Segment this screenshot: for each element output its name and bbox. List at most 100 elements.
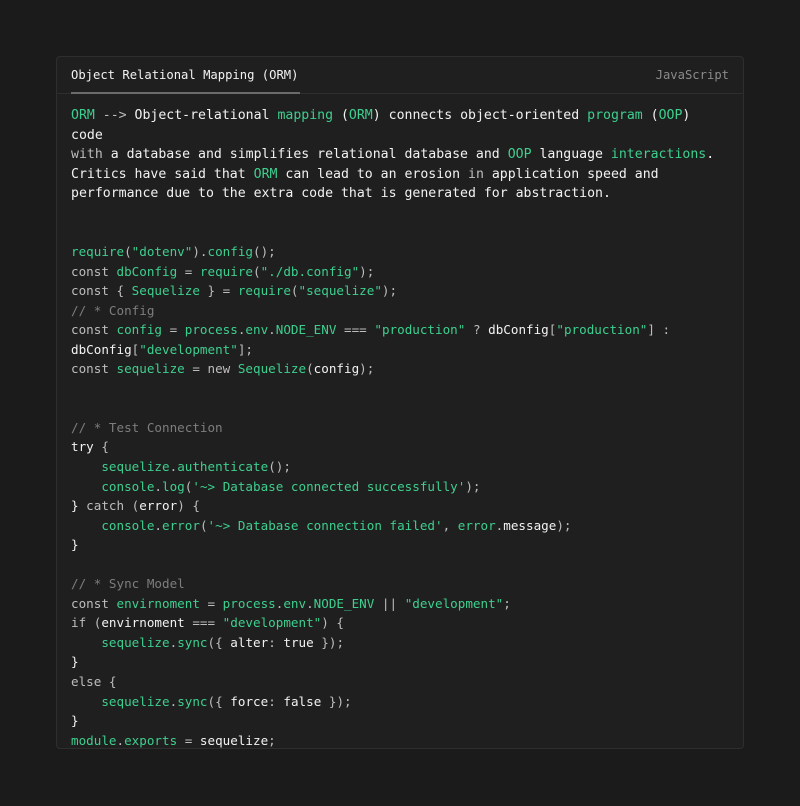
code-token: console [101,517,155,533]
code-token: env [245,322,269,338]
code-token: NODE_ENV [275,322,337,338]
code-token: '~> Database connected successfully' [192,478,466,494]
code-token: , [442,517,458,533]
code-token: = [177,732,200,748]
code-token: ). [192,243,208,259]
code-token: sequelize [199,732,269,748]
code-token: sync [177,634,208,650]
code-token: force [230,693,269,709]
code-token: ) { [321,615,344,631]
code-token: true [283,634,314,650]
code-token: "development" [222,615,322,631]
code-token: // * Config [71,302,155,318]
code-token: = [162,322,185,338]
code-token: . [154,478,163,494]
code-token: message [503,517,557,533]
code-token: }); [321,693,352,709]
code-token: error [139,498,178,514]
code-line: const envirnoment = process.env.NODE_ENV… [71,594,729,614]
code-token: "./db.config" [260,263,360,279]
code-token: "dotenv" [131,243,193,259]
code-token: ({ [207,693,231,709]
code-token: } [71,713,79,729]
code-token: Sequelize [237,361,307,377]
code-token: envirnoment [116,595,200,611]
code-token: dbConfig [71,341,132,357]
description-token: can lead to an erosion [277,166,469,182]
description-line: performance due to the extra code that i… [71,184,729,204]
description-token: with [71,147,103,163]
code-token: . [268,322,276,338]
description-token: performance due to the extra code that i… [71,186,611,202]
description-token: in [468,166,484,182]
description-line: Critics have said that ORM can lead to a… [71,165,729,185]
code-line: } [71,652,729,672]
code-token: const [71,322,117,338]
code-token: "development" [139,341,238,357]
code-line: if (envirnoment === "development") { [71,613,729,633]
code-line: try { [71,437,729,457]
code-block: require("dotenv").config(); const dbConfi… [71,242,729,748]
code-token: env [283,595,307,611]
code-token: sequelize [116,361,185,377]
code-token: error [162,517,200,533]
code-token: } [71,498,79,514]
code-token: else { [71,674,117,689]
code-line: else { [71,672,729,692]
code-line: // * Test Connection [71,418,729,438]
description-token: mapping [277,108,334,123]
tab-orm[interactable]: Object Relational Mapping (ORM) [71,57,301,94]
code-line: const { Sequelize } = require("sequelize… [71,281,729,301]
code-token: sequelize [101,634,170,650]
description-token: OOP [658,108,683,123]
description-text: ORM --> Object-relational mapping (ORM) … [71,106,729,204]
code-line: console.log('~> Database connected succe… [71,477,729,497]
description-token: interactions [610,147,707,163]
code-line: const config = process.env.NODE_ENV === … [71,320,729,340]
code-token: sync [177,693,208,709]
code-token: envirnoment [101,615,185,631]
code-line: } [71,711,729,731]
code-token: "development" [404,595,504,611]
description-token: OOP [507,147,532,163]
code-token: . [116,732,125,748]
code-token: ( [253,263,261,279]
code-token: (); [253,243,276,259]
code-token: if ( [71,615,102,631]
code-token: require [237,283,291,299]
code-token: "sequelize" [298,283,382,299]
code-token: = new [184,361,238,377]
code-card-body: ORM --> Object-relational mapping (ORM) … [57,94,743,748]
description-token: ) connects object-oriented [372,108,588,123]
code-token: error [457,517,496,533]
code-token: ? [465,322,489,338]
code-line: sequelize.sync({ force: false }); [71,692,729,712]
code-token: module [71,732,117,748]
description-token: . [706,147,715,163]
description-token: --> [94,108,135,123]
code-token: const [71,595,117,611]
code-token: === [184,615,223,631]
code-token: { [93,439,109,455]
code-token: ; [503,595,511,611]
code-token: NODE_ENV [313,595,375,611]
description-token: ( [642,108,659,123]
code-token: authenticate [177,458,269,474]
code-token: alter [230,634,269,650]
code-token: (); [268,458,291,474]
description-token: Critics have said that [71,166,254,182]
code-token: ); [465,478,481,494]
code-line: // * Config [71,301,729,321]
code-line: } [71,535,729,555]
code-token: sequelize [101,458,170,474]
code-token: ); [359,263,375,279]
description-token: Object-relational [134,108,278,123]
code-token: sequelize [101,693,170,709]
code-token: config [207,243,254,259]
